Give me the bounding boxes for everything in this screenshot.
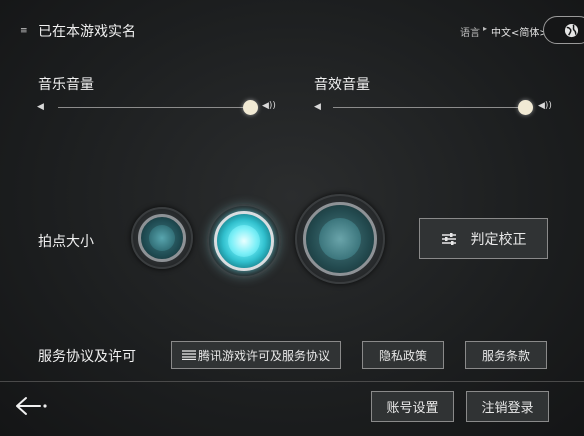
volume-up-icon: ◀)) xyxy=(262,101,276,111)
music-volume-label: 音乐音量 xyxy=(38,77,94,93)
note-size-medium[interactable] xyxy=(207,204,281,278)
list-icon: ≡ xyxy=(20,26,28,36)
license-agreement-button[interactable]: 腾讯游戏许可及服务协议 xyxy=(171,341,341,369)
back-arrow-icon xyxy=(16,397,47,415)
note-size-label: 拍点大小 xyxy=(38,234,94,250)
realname-status: 已在本游戏实名 xyxy=(38,24,136,40)
language-label: 语言 xyxy=(460,28,480,39)
volume-mute-icon: ◀ xyxy=(37,102,44,112)
terms-of-service-button[interactable]: 服务条款 xyxy=(465,341,547,369)
account-settings-button[interactable]: 账号设置 xyxy=(371,391,454,422)
back-button[interactable] xyxy=(14,396,48,420)
logout-button[interactable]: 注销登录 xyxy=(466,391,549,422)
agreements-label: 服务协议及许可 xyxy=(38,349,136,365)
globe-icon xyxy=(564,23,579,38)
language-button[interactable] xyxy=(543,16,584,44)
note-ring xyxy=(138,214,186,262)
privacy-policy-button[interactable]: 隐私政策 xyxy=(362,341,444,369)
music-volume-thumb[interactable] xyxy=(243,100,258,115)
volume-up-icon: ◀)) xyxy=(538,101,552,111)
music-volume-track[interactable] xyxy=(58,107,248,108)
license-agreement-label: 腾讯游戏许可及服务协议 xyxy=(197,348,330,363)
document-icon xyxy=(181,350,196,360)
footer-divider xyxy=(0,381,584,382)
sfx-volume-label: 音效音量 xyxy=(314,77,370,93)
calibrate-button[interactable]: 判定校正 xyxy=(419,218,548,259)
caret-right-icon: ▸ xyxy=(483,24,488,33)
sliders-icon xyxy=(441,232,456,245)
note-core xyxy=(319,218,361,260)
sfx-volume-thumb[interactable] xyxy=(518,100,533,115)
sfx-volume-track[interactable] xyxy=(333,107,523,108)
volume-mute-icon: ◀ xyxy=(314,102,321,112)
calibrate-label: 判定校正 xyxy=(470,231,527,248)
note-size-small[interactable] xyxy=(131,207,193,269)
note-core xyxy=(149,225,175,251)
note-size-large[interactable] xyxy=(295,194,385,284)
note-core xyxy=(228,225,260,257)
language-value[interactable]: 中文<简体> xyxy=(491,24,548,39)
note-ring xyxy=(214,211,274,271)
note-ring xyxy=(303,202,377,276)
